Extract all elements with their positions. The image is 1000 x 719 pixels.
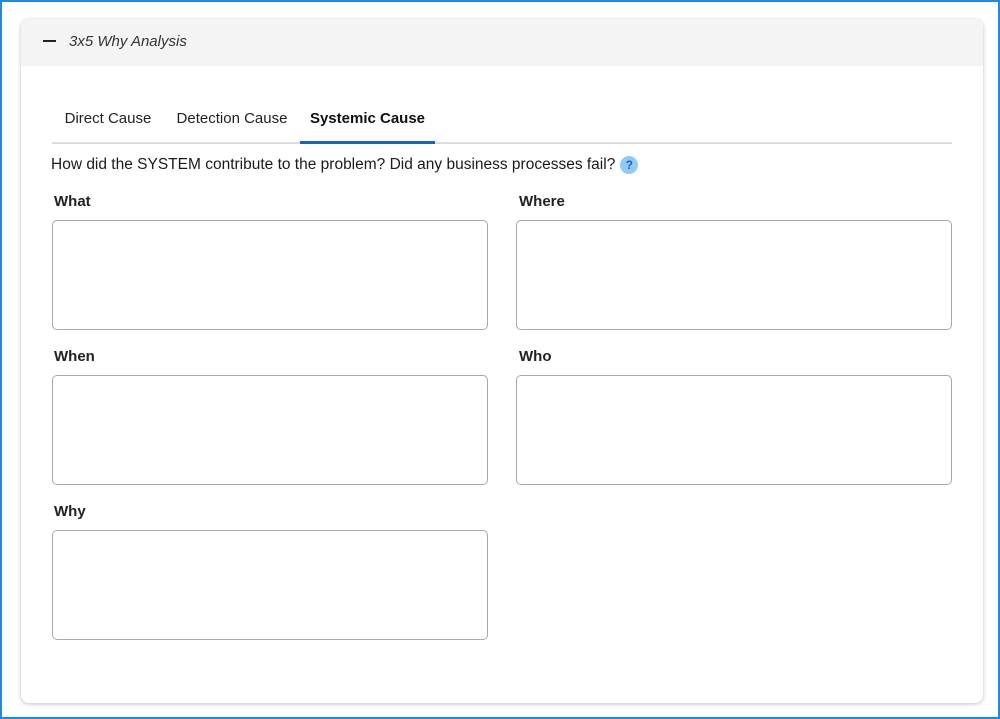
when-field[interactable] <box>52 375 488 485</box>
tab-direct-cause[interactable]: Direct Cause <box>52 102 164 144</box>
tab-detection-cause[interactable]: Detection Cause <box>164 102 300 144</box>
tab-label: Detection Cause <box>176 110 288 127</box>
minus-icon[interactable] <box>43 40 56 42</box>
who-label: Who <box>519 348 552 365</box>
why-field[interactable] <box>52 530 488 640</box>
question-text: How did the SYSTEM contribute to the pro… <box>51 156 616 173</box>
question-prompt: How did the SYSTEM contribute to the pro… <box>51 154 639 176</box>
cause-tabs: Direct Cause Detection Cause Systemic Ca… <box>52 102 952 146</box>
what-field[interactable] <box>52 220 488 330</box>
why-analysis-panel: 3x5 Why Analysis Direct Cause Detection … <box>21 19 983 703</box>
where-field[interactable] <box>516 220 952 330</box>
help-icon[interactable]: ? <box>620 156 639 174</box>
tab-label: Direct Cause <box>64 110 152 127</box>
who-field[interactable] <box>516 375 952 485</box>
why-label: Why <box>54 503 86 520</box>
what-label: What <box>54 193 91 210</box>
where-label: Where <box>519 193 565 210</box>
when-label: When <box>54 348 95 365</box>
active-tab-indicator <box>300 141 435 144</box>
page-frame: 3x5 Why Analysis Direct Cause Detection … <box>0 0 1000 719</box>
panel-header[interactable]: 3x5 Why Analysis <box>21 19 983 66</box>
tab-systemic-cause[interactable]: Systemic Cause <box>300 102 435 144</box>
panel-title: 3x5 Why Analysis <box>69 33 187 50</box>
tab-label: Systemic Cause <box>309 110 426 127</box>
